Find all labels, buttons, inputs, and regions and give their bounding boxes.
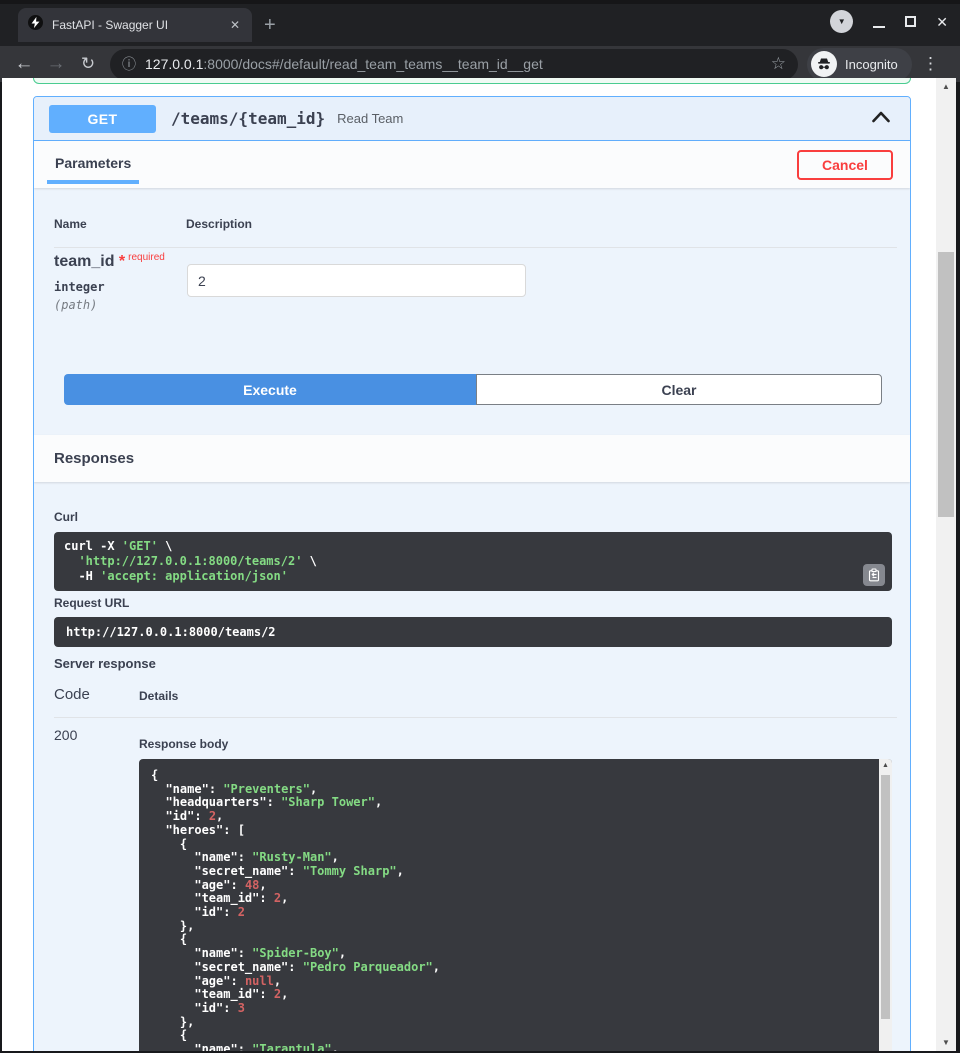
required-label: required xyxy=(128,252,165,263)
chevron-up-icon[interactable] xyxy=(871,109,891,129)
scroll-up-icon[interactable]: ▲ xyxy=(936,82,956,91)
tab-close-icon[interactable]: ✕ xyxy=(228,18,242,32)
tab-title: FastAPI - Swagger UI xyxy=(52,18,228,32)
execute-button[interactable]: Execute xyxy=(64,374,476,405)
chevron-down-icon[interactable]: ▼ xyxy=(830,10,853,33)
incognito-label: Incognito xyxy=(845,57,898,72)
column-name: Name xyxy=(54,217,87,231)
info-icon[interactable]: ⓘ xyxy=(122,54,136,74)
back-icon[interactable]: ← xyxy=(8,53,40,75)
parameters-header: Parameters Cancel xyxy=(34,141,910,188)
request-url-value: http://127.0.0.1:8000/teams/2 xyxy=(54,617,892,647)
previous-operation-block-edge xyxy=(33,78,911,84)
operation-summary-bar[interactable]: GET /teams/{team_id} Read Team xyxy=(34,97,910,141)
operation-path: /teams/{team_id} xyxy=(171,109,325,128)
maximize-icon[interactable] xyxy=(905,16,916,27)
incognito-icon xyxy=(811,51,837,77)
browser-toolbar: ← → ↻ ⓘ 127.0.0.1:8000/docs#/default/rea… xyxy=(0,46,960,82)
minimize-icon[interactable] xyxy=(873,16,885,28)
get-operation-block: GET /teams/{team_id} Read Team Parameter… xyxy=(33,96,911,1051)
responses-title: Responses xyxy=(54,435,134,482)
curl-label: Curl xyxy=(54,510,78,524)
cancel-button[interactable]: Cancel xyxy=(797,150,893,180)
operation-description: Read Team xyxy=(337,111,403,126)
site-favicon-icon xyxy=(28,15,43,35)
url-host: 127.0.0.1 xyxy=(145,56,203,72)
inner-scroll-up-icon[interactable]: ▲ xyxy=(879,762,892,769)
required-star: * xyxy=(119,253,125,270)
copy-icon[interactable] xyxy=(863,564,885,586)
incognito-badge: Incognito xyxy=(807,48,912,81)
status-code: 200 xyxy=(54,727,77,743)
forward-icon[interactable]: → xyxy=(40,53,72,75)
team-id-input[interactable] xyxy=(187,264,526,297)
tab-parameters[interactable]: Parameters xyxy=(47,155,139,184)
menu-icon[interactable]: ⋮ xyxy=(922,54,939,74)
swagger-page: GET /teams/{team_id} Read Team Parameter… xyxy=(2,78,936,1051)
response-body-scrollbar[interactable]: ▲ xyxy=(879,759,892,1051)
url-text: 127.0.0.1:8000/docs#/default/read_team_t… xyxy=(145,56,763,72)
browser-titlebar: FastAPI - Swagger UI ✕ + ▼ ✕ ← → ↻ ⓘ 127… xyxy=(0,0,960,78)
page-scrollbar-thumb[interactable] xyxy=(938,252,954,517)
column-description: Description xyxy=(186,217,252,231)
parameter-name: team_id *required xyxy=(54,253,165,271)
responses-header: Responses xyxy=(34,435,910,482)
response-body-json: { "name": "Preventers", "headquarters": … xyxy=(139,759,879,1051)
divider xyxy=(54,247,897,248)
server-response-label: Server response xyxy=(54,656,156,671)
browser-tab[interactable]: FastAPI - Swagger UI ✕ xyxy=(18,8,252,42)
method-badge: GET xyxy=(49,105,156,133)
close-icon[interactable]: ✕ xyxy=(936,15,948,29)
scroll-down-icon[interactable]: ▼ xyxy=(936,1038,956,1047)
parameter-type: integer xyxy=(54,280,105,294)
parameter-location: (path) xyxy=(54,298,97,312)
divider xyxy=(54,717,897,718)
curl-command-block: curl -X 'GET' \ 'http://127.0.0.1:8000/t… xyxy=(54,532,892,591)
star-icon[interactable]: ☆ xyxy=(771,54,786,74)
reload-icon[interactable]: ↻ xyxy=(72,54,104,74)
response-scrollbar-thumb[interactable] xyxy=(881,775,890,1019)
response-body-label: Response body xyxy=(139,737,228,751)
url-bar[interactable]: ⓘ 127.0.0.1:8000/docs#/default/read_team… xyxy=(110,49,798,80)
clear-button[interactable]: Clear xyxy=(476,374,882,405)
curl-command: curl -X 'GET' \ 'http://127.0.0.1:8000/t… xyxy=(64,539,882,584)
new-tab-icon[interactable]: + xyxy=(264,14,276,36)
url-path: :8000/docs#/default/read_team_teams__tea… xyxy=(203,56,542,72)
page-scrollbar[interactable]: ▲ ▼ xyxy=(936,78,956,1051)
column-details: Details xyxy=(139,689,178,703)
response-body-block: { "name": "Preventers", "headquarters": … xyxy=(139,759,892,1051)
column-code: Code xyxy=(54,686,90,703)
request-url-label: Request URL xyxy=(54,596,129,610)
